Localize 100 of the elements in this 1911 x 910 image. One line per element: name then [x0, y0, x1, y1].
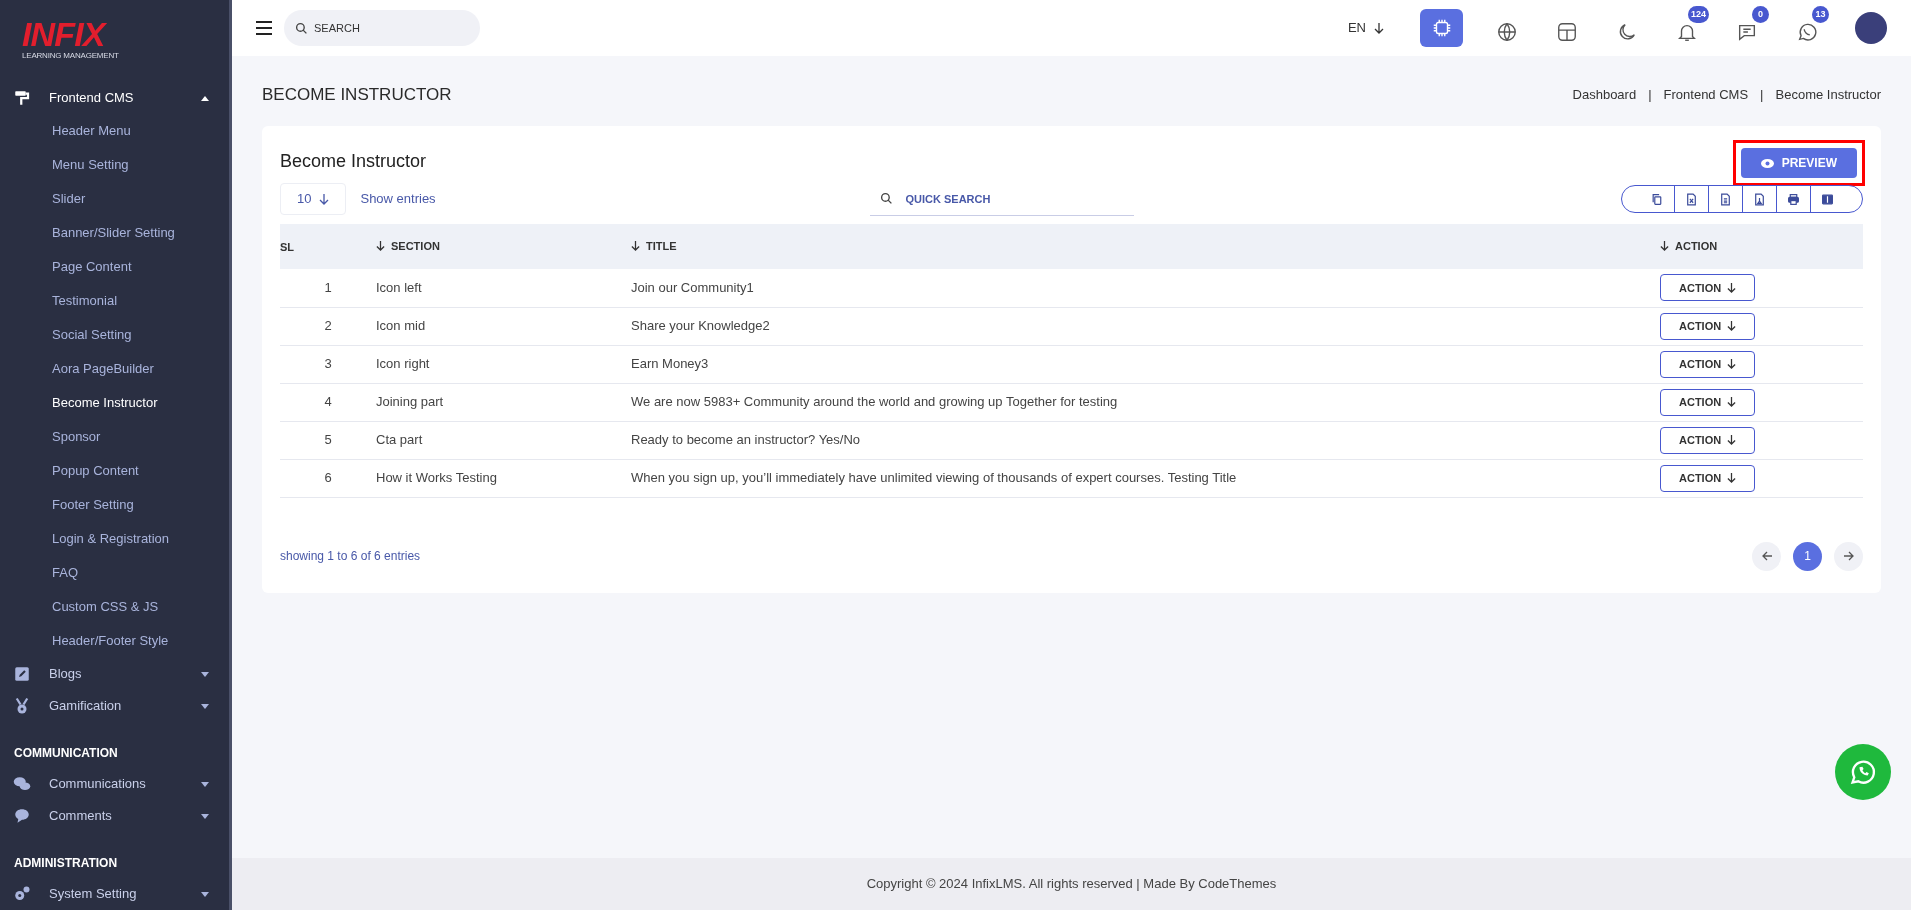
- sidebar-subitem[interactable]: Login & Registration: [0, 522, 229, 556]
- search-field[interactable]: SEARCH: [284, 10, 480, 46]
- avatar[interactable]: [1855, 12, 1887, 44]
- arrow-right-icon: [1843, 551, 1854, 561]
- sidebar-subitem[interactable]: Social Setting: [0, 318, 229, 352]
- search-icon: [880, 192, 894, 205]
- pencil-icon: [13, 665, 31, 683]
- table-cell: Ready to become an instructor? Yes/No: [631, 432, 861, 448]
- table-cell: We are now 5983+ Community around the world and growing up Together for testing: [631, 394, 1118, 410]
- section-heading: ADMINISTRATION: [13, 855, 119, 872]
- sidebar-subitem[interactable]: Banner/Slider Setting: [0, 216, 229, 250]
- entries-select[interactable]: 10: [280, 183, 347, 215]
- roller-icon: [13, 89, 31, 107]
- excel-icon: [1685, 192, 1698, 206]
- sidebar-subitem[interactable]: Popup Content: [0, 454, 229, 488]
- sidebar-subitem[interactable]: Testimonial: [0, 284, 229, 318]
- layout-icon: [1556, 21, 1578, 43]
- action-dropdown-button[interactable]: ACTION: [1660, 426, 1756, 454]
- eye-icon: [1760, 158, 1774, 168]
- table-cell: How it Works Testing: [376, 470, 497, 486]
- logo-title: INFIX: [22, 18, 108, 50]
- arrow-down-icon: [1727, 435, 1737, 445]
- table-cell: Join our Community1: [631, 280, 754, 295]
- arrow-down-icon: [319, 193, 330, 205]
- entries-label: Show entries: [360, 190, 437, 209]
- column-header[interactable]: SECTION: [376, 237, 440, 254]
- table-cell: Joining part: [376, 394, 444, 410]
- arrow-down-icon: [1727, 359, 1737, 369]
- ai-button[interactable]: [1420, 9, 1463, 47]
- entries-info: showing 1 to 6 of 6 entries: [280, 548, 421, 565]
- language-selector[interactable]: EN: [1347, 18, 1384, 38]
- column-header[interactable]: SL: [280, 238, 295, 256]
- table-cell: When you sign up, you’ll immediately have unlimited viewing of thousands of expert courses. Testing Title: [631, 470, 1237, 486]
- notification-badge: 13: [1812, 6, 1829, 23]
- print-icon: [1787, 192, 1800, 206]
- csv-icon: [1719, 192, 1732, 206]
- sidebar-subitem[interactable]: Custom CSS & JS: [0, 590, 229, 624]
- table-cell: Cta part: [376, 432, 423, 448]
- sidebar-subitem[interactable]: FAQ: [0, 556, 229, 590]
- notification-badge: 124: [1687, 6, 1709, 23]
- sidebar-subitem[interactable]: Footer Setting: [0, 488, 229, 522]
- sidebar-subitem[interactable]: Page Content: [0, 250, 229, 284]
- next-page-button[interactable]: [1834, 541, 1863, 571]
- bell-button[interactable]: 124: [1665, 6, 1709, 50]
- table-cell: 3: [324, 356, 332, 372]
- whatsapp-button[interactable]: [1835, 744, 1891, 800]
- page-number-button[interactable]: 1: [1793, 541, 1822, 571]
- table-cell: Icon mid: [376, 318, 426, 334]
- column-header[interactable]: TITLE: [631, 237, 677, 254]
- arrow-down-icon: [1727, 473, 1737, 483]
- breadcrumb-separator: |: [1760, 86, 1764, 105]
- whatsapp-button[interactable]: 13: [1785, 6, 1829, 50]
- menu-icon[interactable]: [256, 21, 272, 35]
- columns-icon: [1821, 192, 1834, 206]
- sidebar-menu-item[interactable]: Communications: [0, 768, 229, 800]
- table-cell: Icon right: [376, 356, 430, 372]
- action-dropdown-button[interactable]: ACTION: [1660, 388, 1756, 416]
- column-header[interactable]: ACTION: [1660, 237, 1718, 254]
- table-cell: 2: [324, 318, 332, 334]
- page-title: BECOME INSTRUCTOR: [262, 84, 452, 107]
- arrow-down-icon: [1727, 321, 1737, 331]
- sidebar-menu-item[interactable]: System Setting: [0, 878, 229, 910]
- message-button[interactable]: 0: [1725, 6, 1769, 50]
- breadcrumb-link[interactable]: Frontend CMS: [1663, 85, 1749, 105]
- sidebar-menu-item[interactable]: Comments: [0, 800, 229, 832]
- sidebar-subitem[interactable]: Header/Footer Style: [0, 624, 229, 658]
- sidebar-subitem[interactable]: Menu Setting: [0, 148, 229, 182]
- breadcrumb-link[interactable]: Become Instructor: [1775, 85, 1881, 105]
- sidebar-subitem[interactable]: Become Instructor: [0, 386, 229, 420]
- quick-search-field[interactable]: QUICK SEARCH: [870, 182, 1135, 216]
- pdf-icon: [1753, 192, 1766, 206]
- arrow-left-icon: [1761, 551, 1772, 561]
- sidebar-menu-item[interactable]: Gamification: [0, 690, 229, 722]
- sidebar-subitem[interactable]: Slider: [0, 182, 229, 216]
- preview-button[interactable]: PREVIEW: [1740, 148, 1857, 178]
- table-cell: 6: [324, 470, 332, 486]
- copy-icon: [1650, 192, 1664, 206]
- table-cell: 1: [324, 280, 332, 295]
- section-heading: COMMUNICATION: [13, 745, 119, 762]
- sidebar-menu-item[interactable]: Frontend CMS: [0, 82, 229, 114]
- breadcrumb-separator: |: [1648, 86, 1652, 105]
- sidebar-menu-item[interactable]: Blogs: [0, 658, 229, 690]
- medal-icon: [13, 697, 31, 715]
- action-dropdown-button[interactable]: ACTION: [1660, 350, 1756, 378]
- action-dropdown-button[interactable]: ACTION: [1660, 464, 1756, 492]
- whatsapp-icon: [1849, 758, 1877, 786]
- search-icon: [295, 22, 308, 35]
- action-dropdown-button[interactable]: ACTION: [1660, 312, 1756, 340]
- previous-page-button[interactable]: [1752, 541, 1781, 571]
- sidebar-subitem[interactable]: Aora PageBuilder: [0, 352, 229, 386]
- copyright-text: Copyright © 2024 InfixLMS. All rights reserved | Made By CodeThemes: [866, 875, 1277, 894]
- table-cell: Earn Money3: [631, 356, 709, 372]
- table-cell: 4: [324, 394, 332, 410]
- card-title: Become Instructor: [280, 150, 427, 173]
- action-dropdown-button[interactable]: ACTION: [1660, 274, 1756, 302]
- sidebar-subitem[interactable]: Sponsor: [0, 420, 229, 454]
- table-cell: 5: [324, 432, 332, 448]
- breadcrumb-link[interactable]: Dashboard: [1572, 85, 1637, 105]
- globe-icon: [1496, 21, 1518, 43]
- sidebar-subitem[interactable]: Header Menu: [0, 114, 229, 148]
